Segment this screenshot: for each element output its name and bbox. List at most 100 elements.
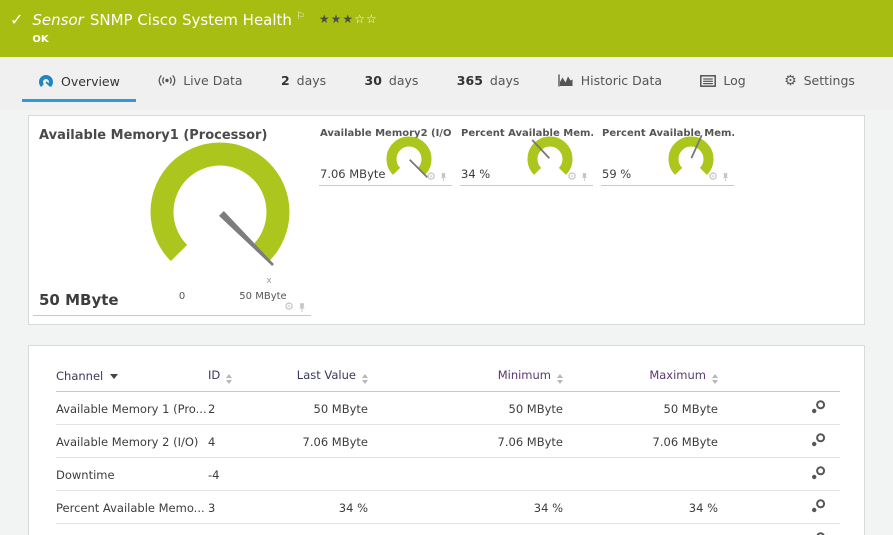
status-badge: OK <box>32 34 377 45</box>
object-kind-label: Sensor <box>32 10 83 30</box>
gauge-tile-percent-memory-2: Percent Available Mem... 59 % ⚙ <box>601 124 734 186</box>
channel-minimum: 34 % <box>368 491 563 524</box>
chart-icon <box>558 74 574 87</box>
sort-both-icon <box>557 374 563 384</box>
tab-log[interactable]: Log <box>684 69 761 98</box>
gauge-scale-max: 50 MByte <box>239 291 286 302</box>
column-header-actions <box>718 360 840 392</box>
needle-tip-marker: x <box>266 276 272 286</box>
gauge-value: 59 % <box>602 167 631 181</box>
channel-row[interactable]: Available Memory 2 (I/O) 4 7.06 MByte 7.… <box>56 425 840 458</box>
pin-icon[interactable] <box>580 172 589 182</box>
gauges-panel: Available Memory1 (Processor) x 0 50 MBy… <box>28 115 865 325</box>
channel-minimum: 50 MByte <box>368 392 563 425</box>
channel-table: Channel ID Last Value Minimum Maximum Av… <box>56 360 840 535</box>
tab-label: Historic Data <box>581 73 662 88</box>
channel-table-panel: Channel ID Last Value Minimum Maximum Av… <box>28 345 865 535</box>
gauge-value: 50 MByte <box>39 291 119 309</box>
stars-empty[interactable]: ☆☆ <box>354 12 378 26</box>
channel-maximum <box>563 458 718 491</box>
sensor-header: ✓ Sensor SNMP Cisco System Health ⚐ ★★★☆… <box>0 0 893 57</box>
channel-row[interactable]: Percent Available Memo... 5 59 % 59 % 59… <box>56 524 840 535</box>
sort-both-icon <box>226 374 232 384</box>
channel-minimum: 7.06 MByte <box>368 425 563 458</box>
primary-gauge: x 0 50 MByte <box>135 136 305 306</box>
gear-icon[interactable]: ⚙ <box>284 301 294 313</box>
tab-2-days[interactable]: 2 days <box>265 69 342 98</box>
log-icon <box>700 75 716 87</box>
primary-gauge-tile: Available Memory1 (Processor) x 0 50 MBy… <box>33 122 311 316</box>
channel-minimum <box>368 458 563 491</box>
tab-30-days[interactable]: 30 days <box>349 69 435 98</box>
channel-settings-icon[interactable] <box>811 499 826 516</box>
tab-overview[interactable]: Overview <box>22 69 136 102</box>
tab-label: Live Data <box>183 73 242 88</box>
column-header-id[interactable]: ID <box>208 360 268 392</box>
flag-icon[interactable]: ⚐ <box>296 7 305 27</box>
tab-365-days[interactable]: 365 days <box>441 69 536 98</box>
channel-last-value: 34 % <box>268 491 368 524</box>
tab-label: Overview <box>61 74 120 89</box>
tab-bar: Overview Live Data 2 days 30 days 365 da… <box>0 57 893 109</box>
channel-id: 5 <box>208 524 268 535</box>
channel-last-value: 50 MByte <box>268 392 368 425</box>
tab-label: days <box>389 73 419 88</box>
broadcast-icon <box>158 74 176 87</box>
column-header-minimum[interactable]: Minimum <box>368 360 563 392</box>
gauge-scale-min: 0 <box>179 291 185 302</box>
channel-minimum: 59 % <box>368 524 563 535</box>
priority-rating[interactable]: ★★★☆☆ <box>319 9 378 29</box>
gear-icon[interactable]: ⚙ <box>426 171 436 183</box>
sort-both-icon <box>712 374 718 384</box>
gauge-tile-percent-memory-1: Percent Available Mem... 34 % ⚙ <box>460 124 593 186</box>
sensor-title: SNMP Cisco System Health <box>90 10 292 30</box>
channel-id: 4 <box>208 425 268 458</box>
channel-last-value <box>268 458 368 491</box>
channel-settings-icon[interactable] <box>811 466 826 483</box>
channel-maximum: 50 MByte <box>563 392 718 425</box>
column-header-channel[interactable]: Channel <box>56 360 208 392</box>
channel-last-value: 59 % <box>268 524 368 535</box>
gear-icon[interactable]: ⚙ <box>708 171 718 183</box>
pin-icon[interactable] <box>721 172 730 182</box>
channel-row[interactable]: Percent Available Memo... 3 34 % 34 % 34… <box>56 491 840 524</box>
tab-label: days <box>490 73 520 88</box>
tab-number: 365 <box>457 73 483 88</box>
gauge-value: 7.06 MByte <box>320 167 385 181</box>
gauge-value: 34 % <box>461 167 490 181</box>
stars-filled[interactable]: ★★★ <box>319 12 354 26</box>
tab-label: Log <box>723 73 745 88</box>
channel-name: Available Memory 1 (Pro... <box>56 392 208 425</box>
channel-maximum: 34 % <box>563 491 718 524</box>
gauge-tile-available-memory2: Available Memory2 (I/O) 7.06 MByte ⚙ <box>319 124 452 186</box>
channel-settings-icon[interactable] <box>811 433 826 450</box>
column-header-maximum[interactable]: Maximum <box>563 360 718 392</box>
channel-maximum: 7.06 MByte <box>563 425 718 458</box>
channel-name: Percent Available Memo... <box>56 491 208 524</box>
column-header-last-value[interactable]: Last Value <box>268 360 368 392</box>
tab-label: Settings <box>804 73 855 88</box>
sort-desc-icon <box>110 374 118 379</box>
tab-label: days <box>297 73 327 88</box>
channel-last-value: 7.06 MByte <box>268 425 368 458</box>
channel-name: Available Memory 2 (I/O) <box>56 425 208 458</box>
channel-name: Percent Available Memo... <box>56 524 208 535</box>
tab-settings[interactable]: ⚙ Settings <box>768 69 871 98</box>
status-check-icon: ✓ <box>10 10 23 30</box>
pin-icon[interactable] <box>297 302 307 313</box>
channel-maximum: 59 % <box>563 524 718 535</box>
channel-settings-icon[interactable] <box>811 400 826 417</box>
sort-both-icon <box>362 374 368 384</box>
channel-id: -4 <box>208 458 268 491</box>
tab-historic-data[interactable]: Historic Data <box>542 69 678 98</box>
tab-live-data[interactable]: Live Data <box>142 69 258 98</box>
channel-id: 3 <box>208 491 268 524</box>
pin-icon[interactable] <box>439 172 448 182</box>
gauge-icon <box>38 73 54 89</box>
channel-row[interactable]: Available Memory 1 (Pro... 2 50 MByte 50… <box>56 392 840 425</box>
channel-name: Downtime <box>56 458 208 491</box>
channel-row[interactable]: Downtime -4 <box>56 458 840 491</box>
gear-icon[interactable]: ⚙ <box>567 171 577 183</box>
channel-id: 2 <box>208 392 268 425</box>
gear-icon: ⚙ <box>784 75 797 87</box>
